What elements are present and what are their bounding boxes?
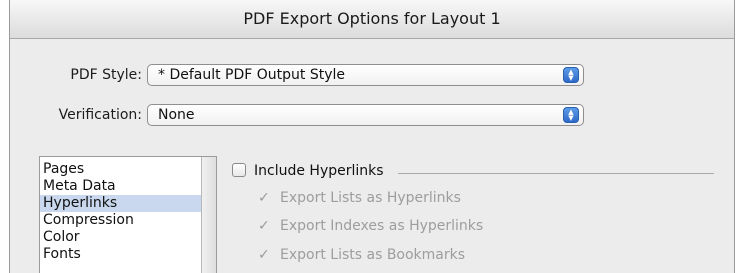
- include-hyperlinks-row[interactable]: Include Hyperlinks: [232, 162, 384, 180]
- list-item-pages[interactable]: Pages: [40, 161, 216, 178]
- category-list[interactable]: Pages Meta Data Hyperlinks Compression C…: [39, 156, 217, 273]
- list-item-color[interactable]: Color: [40, 229, 216, 246]
- list-item-compression[interactable]: Compression: [40, 212, 216, 229]
- verification-value: None: [158, 107, 195, 123]
- checkmark-icon: ✓: [258, 247, 270, 263]
- checkmark-icon: ✓: [258, 218, 270, 234]
- group-separator: [398, 173, 714, 174]
- export-lists-hyperlinks-row[interactable]: ✓ Export Lists as Hyperlinks: [258, 189, 461, 207]
- export-lists-bookmarks-row[interactable]: ✓ Export Lists as Bookmarks: [258, 246, 465, 264]
- list-item-meta-data[interactable]: Meta Data: [40, 178, 216, 195]
- updown-arrows-icon: ▲ ▼: [563, 107, 579, 123]
- export-indexes-hyperlinks-row[interactable]: ✓ Export Indexes as Hyperlinks: [258, 217, 483, 235]
- export-lists-bookmarks-label: Export Lists as Bookmarks: [280, 247, 466, 263]
- export-indexes-hyperlinks-label: Export Indexes as Hyperlinks: [280, 218, 484, 234]
- verification-popup[interactable]: None ▲ ▼: [147, 104, 584, 126]
- list-item-fonts[interactable]: Fonts: [40, 246, 216, 263]
- pdf-style-label: PDF Style:: [70, 67, 142, 83]
- window-title: PDF Export Options for Layout 1: [10, 0, 734, 39]
- updown-arrows-icon: ▲ ▼: [563, 67, 579, 83]
- verification-label: Verification:: [58, 107, 142, 123]
- include-hyperlinks-checkbox[interactable]: [232, 163, 246, 177]
- export-lists-hyperlinks-label: Export Lists as Hyperlinks: [280, 190, 461, 206]
- list-item-hyperlinks[interactable]: Hyperlinks: [40, 195, 216, 212]
- dialog-window: PDF Export Options for Layout 1 PDF Styl…: [9, 0, 735, 273]
- checkmark-icon: ✓: [258, 190, 270, 206]
- pdf-style-popup[interactable]: * Default PDF Output Style ▲ ▼: [147, 64, 584, 86]
- include-hyperlinks-label: Include Hyperlinks: [254, 163, 384, 179]
- list-scrollbar[interactable]: [201, 157, 216, 273]
- pdf-style-value: * Default PDF Output Style: [158, 67, 346, 83]
